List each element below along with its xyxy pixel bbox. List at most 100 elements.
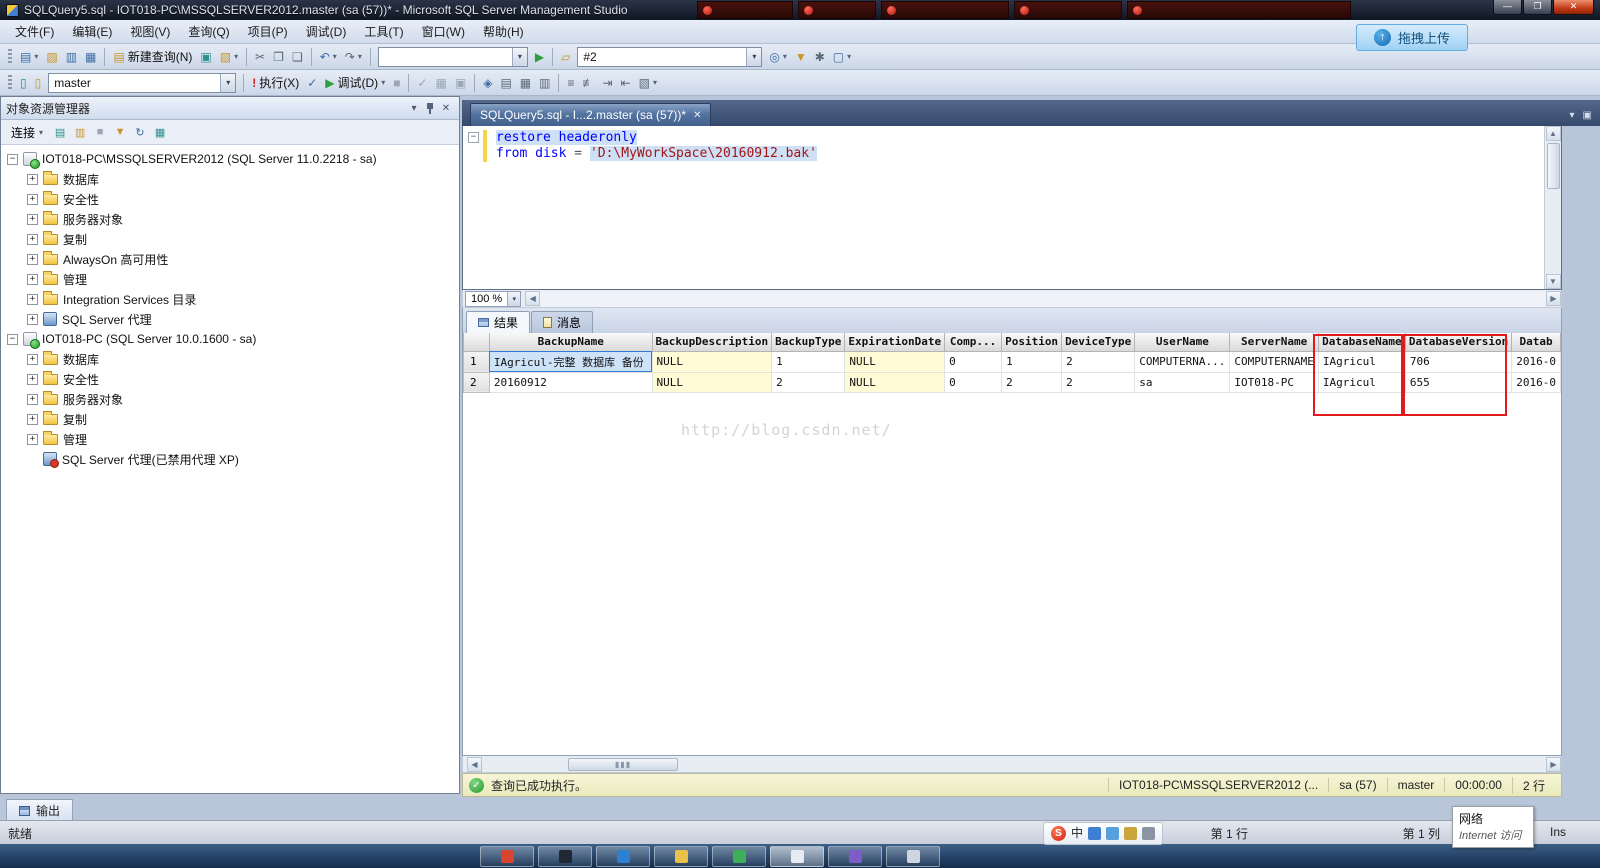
toolbar-grip[interactable]	[8, 75, 12, 91]
tree-item[interactable]: SQL Server 代理(已禁用代理 XP)	[1, 449, 459, 469]
debug-button[interactable]: ▶调试(D)▾	[321, 72, 389, 93]
new-query-button[interactable]: ▤新建查询(N)	[109, 46, 196, 67]
menu-file[interactable]: 文件(F)	[6, 20, 63, 43]
scroll-left-icon[interactable]: ◀	[525, 291, 540, 306]
menu-tools[interactable]: 工具(T)	[355, 20, 412, 43]
expand-icon[interactable]: +	[27, 174, 38, 185]
scrollbar-thumb[interactable]	[1547, 143, 1560, 189]
grid-cell[interactable]: sa	[1135, 372, 1230, 392]
comment-icon[interactable]: ≡	[563, 74, 578, 92]
ime-mode-icon[interactable]: 中	[1071, 827, 1083, 840]
grid-cell[interactable]: 0	[945, 372, 1002, 392]
code-area[interactable]: −restore headeronlyfrom disk = 'D:\MyWor…	[463, 126, 1544, 289]
database-engine-query-icon[interactable]: ▣	[196, 48, 215, 66]
report-icon[interactable]: ▦	[151, 123, 169, 141]
grid-cell[interactable]: NULL	[652, 351, 772, 372]
tree-item[interactable]: +服务器对象	[1, 209, 459, 229]
expand-icon[interactable]: +	[27, 394, 38, 405]
estimated-plan-icon[interactable]: ▦	[432, 74, 451, 92]
grid-corner-cell[interactable]	[464, 333, 490, 351]
taskbar-item-3[interactable]	[596, 846, 650, 867]
query-editor[interactable]: −restore headeronlyfrom disk = 'D:\MyWor…	[462, 126, 1562, 290]
save-all-icon[interactable]: ▦	[81, 48, 100, 66]
properties-icon[interactable]: ✱	[811, 48, 829, 66]
filter-icon[interactable]: ▼	[111, 123, 129, 141]
background-window-2[interactable]	[798, 1, 876, 19]
collapse-icon[interactable]: −	[7, 154, 18, 165]
ime-wrench-icon[interactable]	[1142, 827, 1155, 840]
menu-query[interactable]: 查询(Q)	[179, 20, 238, 43]
expand-icon[interactable]: +	[27, 414, 38, 425]
grid-cell[interactable]: IAgricul-完整 数据库 备份	[489, 351, 652, 372]
toolbar-grip[interactable]	[8, 49, 12, 65]
expand-icon[interactable]: +	[27, 214, 38, 225]
copy-icon[interactable]: ❐	[269, 48, 288, 66]
parse-query-icon[interactable]: ✓	[413, 74, 431, 92]
upload-button[interactable]: ↑ 拖拽上传	[1356, 24, 1468, 51]
available-databases-combo[interactable]: master▾	[48, 73, 236, 93]
taskbar-item-1[interactable]	[480, 846, 534, 867]
scroll-up-icon[interactable]: ▲	[1546, 126, 1561, 141]
scroll-down-icon[interactable]: ▼	[1546, 274, 1561, 289]
editor-vertical-scrollbar[interactable]: ▲ ▼	[1544, 126, 1561, 289]
zoom-combo[interactable]: 100 % ▾	[465, 291, 521, 307]
scrollbar-thumb[interactable]: ▮▮▮	[568, 758, 678, 771]
grid-cell[interactable]: 0	[945, 351, 1002, 372]
grid-cell[interactable]: 2	[1002, 372, 1062, 392]
start-play-icon[interactable]: ▶	[531, 48, 548, 66]
paste-icon[interactable]: ❏	[288, 48, 307, 66]
grid-cell[interactable]: NULL	[845, 351, 945, 372]
stop-icon[interactable]: ■	[389, 74, 404, 92]
window-layout-icon[interactable]: ▢▾	[829, 48, 855, 66]
grid-column-header[interactable]: Datab	[1512, 333, 1561, 351]
expand-icon[interactable]: +	[27, 194, 38, 205]
bookmark-icon[interactable]: ▱	[557, 48, 574, 66]
grid-column-header[interactable]: DeviceType	[1062, 333, 1135, 351]
menu-edit[interactable]: 编辑(E)	[63, 20, 121, 43]
chevron-down-icon[interactable]: ▾	[512, 48, 527, 66]
taskbar-item-8[interactable]	[886, 846, 940, 867]
disconnect-icon[interactable]: ▥	[71, 123, 89, 141]
chevron-down-icon[interactable]: ▾	[746, 48, 761, 66]
menu-project[interactable]: 项目(P)	[239, 20, 297, 43]
grid-column-header[interactable]: UserName	[1135, 333, 1230, 351]
grid-cell[interactable]: NULL	[652, 372, 772, 392]
tree-item[interactable]: +复制	[1, 229, 459, 249]
menu-debug[interactable]: 调试(D)	[297, 20, 356, 43]
change-connection-icon[interactable]: ▯	[31, 74, 46, 92]
expand-icon[interactable]: +	[27, 254, 38, 265]
taskbar-item-5[interactable]	[712, 846, 766, 867]
undo-icon[interactable]: ↶▾	[316, 48, 341, 66]
close-button[interactable]: ✕	[1553, 0, 1594, 15]
expand-icon[interactable]: +	[27, 374, 38, 385]
expand-icon[interactable]: +	[27, 274, 38, 285]
open-query-icon[interactable]: ▧▾	[216, 48, 242, 66]
find-icon[interactable]: ◎▾	[765, 48, 791, 66]
close-icon[interactable]: ✕	[438, 103, 454, 114]
tree-item[interactable]: +服务器对象	[1, 389, 459, 409]
grid-cell[interactable]: COMPUTERNAME	[1230, 351, 1318, 372]
redo-icon[interactable]: ↷▾	[341, 48, 366, 66]
results-to-text-icon[interactable]: ▤	[496, 74, 515, 92]
close-icon[interactable]: ✕	[693, 110, 701, 121]
menu-help[interactable]: 帮助(H)	[474, 20, 533, 43]
grid-row-header[interactable]: 1	[464, 351, 490, 372]
tree-item[interactable]: −IOT018-PC\MSSQLSERVER2012 (SQL Server 1…	[1, 149, 459, 169]
stop-service-icon[interactable]: ■	[91, 123, 109, 141]
grid-cell[interactable]: 2016-0	[1512, 372, 1561, 392]
tree-item[interactable]: +Integration Services 目录	[1, 289, 459, 309]
grid-horizontal-scrollbar[interactable]: ◀ ▮▮▮ ▶	[462, 756, 1562, 773]
query-options-icon[interactable]: ▣	[451, 74, 470, 92]
connect-icon[interactable]: ▯	[16, 74, 31, 92]
active-files-icon[interactable]: ▾	[1570, 110, 1575, 121]
results-to-file-icon[interactable]: ▥	[535, 74, 554, 92]
outdent-icon[interactable]: ⇤	[617, 74, 635, 92]
grid-cell[interactable]: 2016-0	[1512, 351, 1561, 372]
filter-icon[interactable]: ▼	[791, 48, 811, 66]
cut-icon[interactable]: ✂	[251, 48, 269, 66]
grid-column-header[interactable]: Comp...	[945, 333, 1002, 351]
grid-cell[interactable]: 1	[1002, 351, 1062, 372]
grid-cell[interactable]: 2	[772, 372, 845, 392]
menu-view[interactable]: 视图(V)	[121, 20, 179, 43]
output-panel-tab[interactable]: 输出	[6, 799, 73, 822]
